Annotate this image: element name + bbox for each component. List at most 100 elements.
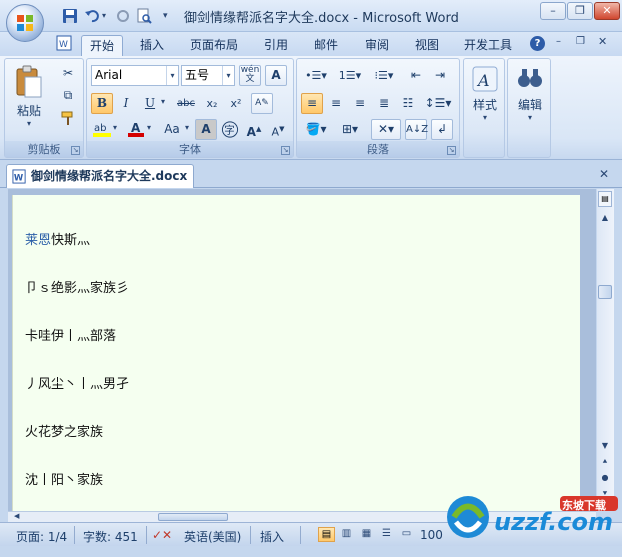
outline-view-icon[interactable]: ☰ — [378, 527, 395, 542]
close-document-tab-icon[interactable]: ✕ — [599, 167, 609, 181]
minimize-button[interactable]: – — [540, 2, 566, 20]
multilevel-list-icon[interactable]: ⁝☰▾ — [369, 65, 399, 86]
line-spacing-icon[interactable]: ↕☰▾ — [423, 93, 453, 114]
scroll-up-icon[interactable]: ▲ — [598, 211, 612, 225]
language-indicator[interactable]: 英语(美国) — [184, 528, 241, 545]
doc-restore-icon[interactable]: ❐ — [576, 36, 585, 47]
change-case-dropdown-icon[interactable]: ▾ — [185, 123, 189, 132]
grow-font-button[interactable]: A▲ — [243, 119, 265, 140]
close-button[interactable]: ✕ — [594, 2, 620, 20]
tab-review[interactable]: 审阅 — [357, 35, 397, 56]
increase-indent-icon[interactable]: ⇥ — [429, 65, 451, 86]
print-layout-view-icon[interactable]: ▤ — [318, 527, 335, 542]
highlight-dropdown-icon[interactable]: ▾ — [113, 123, 117, 132]
office-button[interactable] — [6, 4, 44, 42]
save-icon[interactable] — [62, 8, 78, 24]
paste-button[interactable]: 粘贴 ▾ — [13, 65, 45, 128]
enclose-characters-button[interactable]: 字 — [219, 119, 241, 140]
doc-line-1[interactable]: 莱恩快斯灬 — [25, 229, 90, 248]
sort-icon[interactable]: A↓Z — [405, 119, 428, 140]
hscroll-thumb[interactable] — [158, 513, 228, 521]
cut-icon[interactable]: ✂ — [57, 63, 79, 84]
align-left-icon[interactable]: ≡ — [301, 93, 323, 114]
scroll-thumb[interactable] — [598, 285, 612, 299]
word-count[interactable]: 字数: 451 — [83, 528, 138, 545]
font-size-dropdown-icon[interactable]: ▾ — [222, 66, 234, 85]
underline-dropdown-icon[interactable]: ▾ — [161, 97, 165, 106]
bold-button[interactable]: B — [91, 93, 113, 114]
decrease-indent-icon[interactable]: ⇤ — [405, 65, 427, 86]
tab-mailings[interactable]: 邮件 — [306, 35, 346, 56]
font-name-dropdown-icon[interactable]: ▾ — [166, 66, 178, 85]
document-tab[interactable]: W 御剑情缘帮派名字大全.docx — [6, 164, 195, 188]
vertical-scrollbar[interactable]: ▤ ▲ ▼ ⯅ ● ⯆ — [597, 189, 614, 511]
doc-close-icon[interactable]: ✕ — [598, 35, 607, 48]
clipboard-launcher-icon[interactable]: ↘ — [71, 146, 80, 155]
editing-button[interactable]: 编辑 ▾ — [514, 65, 546, 135]
tab-view[interactable]: 视图 — [407, 35, 447, 56]
doc-line-4[interactable]: 丿风尘丶丨灬男孑 — [25, 373, 129, 392]
styles-button[interactable]: A 样式 ▾ — [470, 65, 500, 135]
select-browse-object-icon[interactable]: ● — [598, 473, 612, 485]
print-preview-icon[interactable] — [136, 8, 152, 24]
font-name-combo[interactable]: Arial ▾ — [91, 65, 179, 86]
bullets-icon[interactable]: •☰▾ — [301, 65, 331, 86]
doc-minimize-icon[interactable]: – — [556, 36, 561, 47]
previous-page-icon[interactable]: ⯅ — [598, 457, 612, 469]
scroll-left-icon[interactable]: ◀ — [14, 512, 19, 520]
highlight-button[interactable]: ab — [91, 119, 113, 140]
full-screen-reading-icon[interactable]: ▥ — [338, 527, 355, 542]
draft-view-icon[interactable]: ▭ — [398, 527, 415, 542]
font-launcher-icon[interactable]: ↘ — [281, 146, 290, 155]
clear-formatting-icon[interactable]: A✎ — [251, 93, 273, 114]
restore-button[interactable]: ❐ — [567, 2, 593, 20]
underline-button[interactable]: U — [139, 93, 161, 114]
insert-mode[interactable]: 插入 — [260, 528, 284, 545]
tab-insert[interactable]: 插入 — [132, 35, 172, 56]
tab-page-layout[interactable]: 页面布局 — [182, 35, 246, 56]
distributed-icon[interactable]: ☷ — [397, 93, 419, 114]
word-doc-icon[interactable]: W — [56, 35, 74, 51]
format-painter-icon[interactable] — [57, 107, 79, 128]
strikethrough-button[interactable]: abc — [173, 93, 199, 114]
undo-icon[interactable] — [84, 8, 100, 24]
shrink-font-button[interactable]: A▼ — [267, 119, 289, 140]
tab-developer[interactable]: 开发工具 — [456, 35, 520, 56]
align-center-icon[interactable]: ≡ — [325, 93, 347, 114]
borders-icon[interactable]: ⊞▾ — [335, 119, 365, 140]
customize-qat-icon[interactable]: ▾ — [163, 8, 175, 24]
shading-icon[interactable]: 🪣▾ — [301, 119, 331, 140]
scroll-down-icon[interactable]: ▼ — [598, 441, 612, 453]
justify-icon[interactable]: ≣ — [373, 93, 395, 114]
align-right-icon[interactable]: ≡ — [349, 93, 371, 114]
doc-line-5[interactable]: 火花梦之家族 — [25, 421, 103, 440]
doc-line-2[interactable]: 卩ｓ绝影灬家族彡 — [25, 277, 129, 296]
italic-button[interactable]: I — [115, 93, 137, 114]
numbering-icon[interactable]: 1☰▾ — [335, 65, 365, 86]
show-marks-icon[interactable]: ↲ — [431, 119, 453, 140]
font-size-combo[interactable]: 五号 ▾ — [181, 65, 235, 86]
superscript-button[interactable]: x² — [225, 93, 247, 114]
change-case-button[interactable]: Aa — [159, 119, 185, 140]
doc-line-6[interactable]: 沈丨阳丶家族 — [25, 469, 103, 488]
tab-home[interactable]: 开始 — [81, 35, 124, 56]
page-count[interactable]: 页面: 1/4 — [16, 528, 67, 545]
copy-icon[interactable]: ⧉ — [57, 85, 79, 106]
undo-dropdown-icon[interactable]: ▾ — [102, 8, 110, 24]
proofing-icon[interactable]: ✓✕ — [152, 528, 172, 542]
char-border-top-button[interactable]: A — [265, 65, 287, 86]
paragraph-launcher-icon[interactable]: ↘ — [447, 146, 456, 155]
font-color-dropdown-icon[interactable]: ▾ — [147, 123, 151, 132]
web-layout-icon[interactable]: ▦ — [358, 527, 375, 542]
tab-references[interactable]: 引用 — [256, 35, 296, 56]
doc-line-3[interactable]: 卡哇伊丨灬部落 — [25, 325, 116, 344]
chinese-layout-icon[interactable]: ✕▾ — [371, 119, 401, 140]
phonetic-guide-button[interactable]: wén 文 — [239, 65, 261, 86]
help-icon[interactable]: ? — [530, 36, 545, 51]
char-shading-button[interactable]: A — [195, 119, 217, 140]
subscript-button[interactable]: x₂ — [201, 93, 223, 114]
ruler-toggle-icon[interactable]: ▤ — [598, 191, 612, 207]
redo-icon[interactable] — [115, 8, 131, 24]
font-color-button[interactable]: A — [125, 119, 147, 140]
document-page[interactable]: 莱恩快斯灬 卩ｓ绝影灬家族彡 卡哇伊丨灬部落 丿风尘丶丨灬男孑 火花梦之家族 沈… — [12, 195, 580, 511]
